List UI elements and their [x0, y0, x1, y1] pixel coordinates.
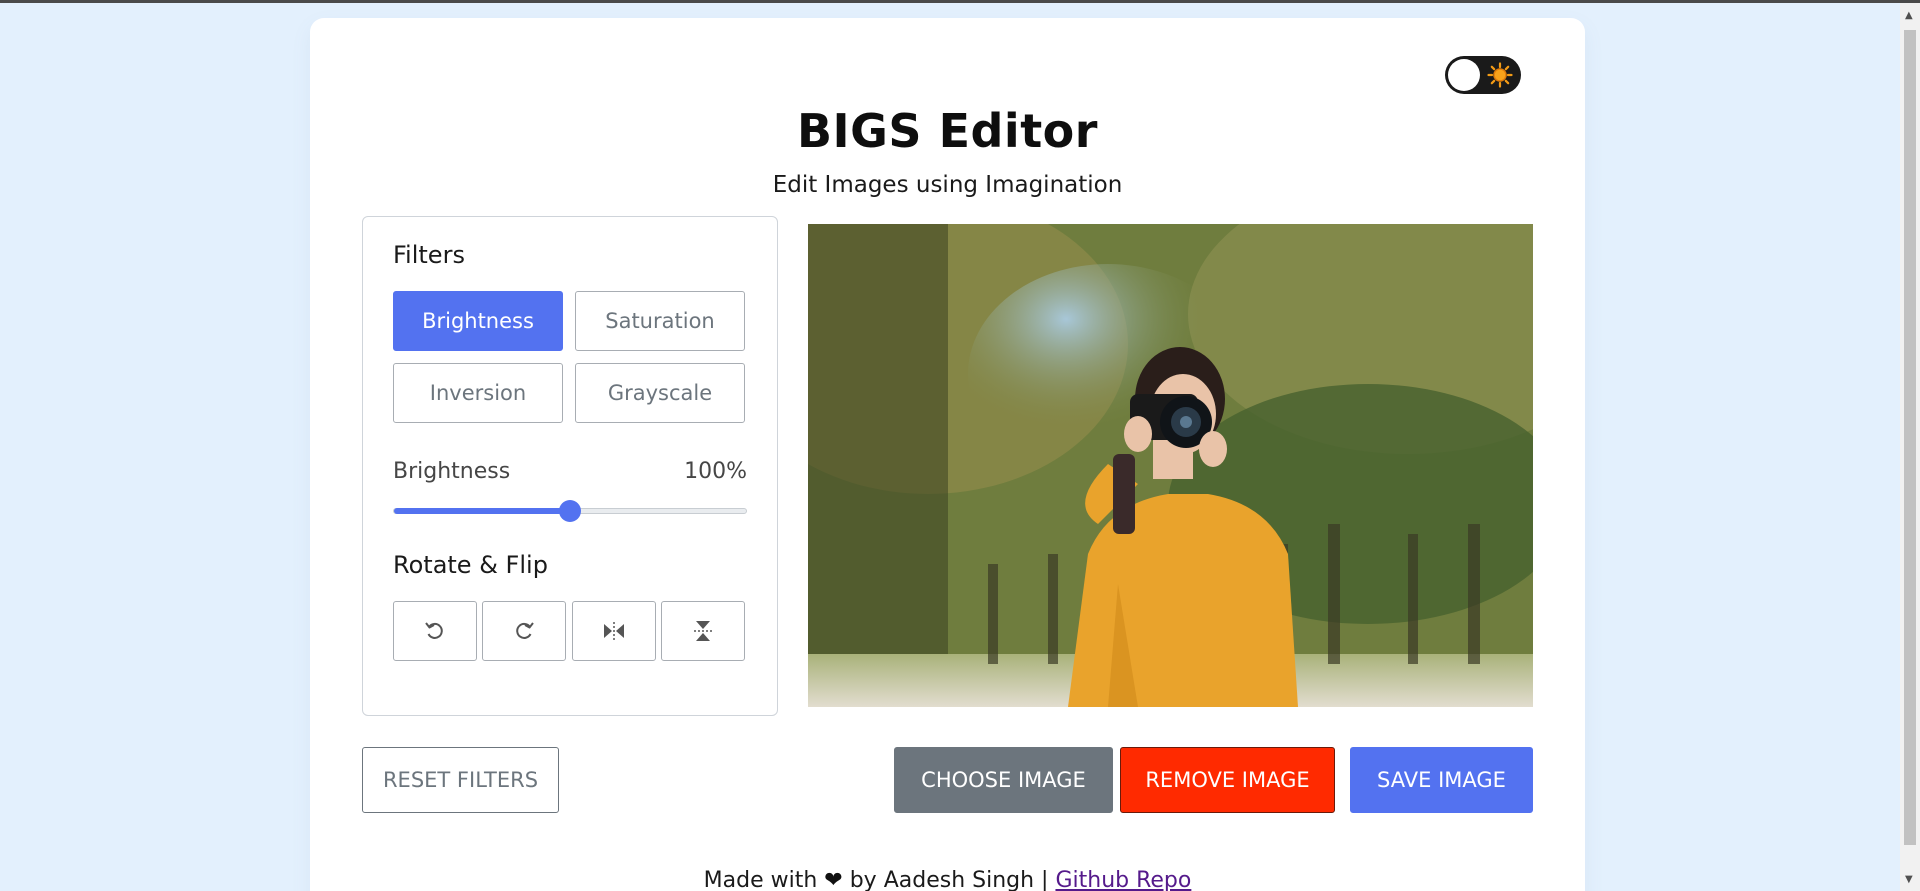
filters-heading: Filters — [393, 241, 465, 269]
filter-grayscale-button[interactable]: Grayscale — [575, 363, 745, 423]
sun-icon — [1487, 62, 1513, 88]
reset-filters-button[interactable]: RESET FILTERS — [362, 747, 559, 813]
scrollbar-thumb[interactable] — [1904, 30, 1916, 845]
rotate-left-button[interactable] — [393, 601, 477, 661]
image-preview — [808, 224, 1533, 707]
preview-photo — [808, 224, 1533, 707]
browser-top-edge — [0, 0, 1920, 3]
remove-image-button[interactable]: REMOVE IMAGE — [1120, 747, 1335, 813]
theme-toggle[interactable] — [1445, 56, 1521, 94]
editor-card: BIGS Editor Edit Images using Imaginatio… — [310, 18, 1585, 891]
flip-vertical-icon — [694, 621, 712, 641]
filter-saturation-button[interactable]: Saturation — [575, 291, 745, 351]
rotate-right-icon — [516, 622, 534, 639]
heart-icon: ❤ — [824, 868, 843, 891]
slider-thumb[interactable] — [559, 500, 581, 522]
flip-horizontal-button[interactable] — [572, 601, 656, 661]
footer: Made with ❤ by Aadesh Singh | Github Rep… — [310, 868, 1585, 891]
rotate-right-button[interactable] — [482, 601, 566, 661]
page-title: BIGS Editor — [797, 104, 1098, 158]
footer-made-with: Made with — [703, 868, 818, 891]
save-image-button[interactable]: SAVE IMAGE — [1350, 747, 1533, 813]
footer-author: by Aadesh Singh | — [849, 868, 1049, 891]
slider-value: 100% — [684, 459, 747, 484]
rotate-left-icon — [425, 622, 443, 639]
page-scrollbar[interactable]: ▲ ▼ — [1900, 3, 1920, 891]
rotate-heading: Rotate & Flip — [393, 551, 548, 579]
controls-panel: Filters Brightness Saturation Inversion … — [362, 216, 778, 716]
toggle-knob — [1448, 59, 1480, 91]
github-repo-link[interactable]: Github Repo — [1055, 868, 1191, 891]
flip-vertical-button[interactable] — [661, 601, 745, 661]
brightness-slider[interactable] — [393, 500, 747, 522]
filter-brightness-button[interactable]: Brightness — [393, 291, 563, 351]
scroll-down-icon[interactable]: ▼ — [1905, 875, 1913, 885]
filter-inversion-button[interactable]: Inversion — [393, 363, 563, 423]
choose-image-button[interactable]: CHOOSE IMAGE — [894, 747, 1113, 813]
flip-horizontal-icon — [604, 622, 624, 640]
slider-label: Brightness — [393, 459, 511, 484]
page-subtitle: Edit Images using Imagination — [772, 172, 1123, 198]
scroll-up-icon[interactable]: ▲ — [1905, 11, 1913, 21]
slider-fill — [394, 508, 570, 514]
